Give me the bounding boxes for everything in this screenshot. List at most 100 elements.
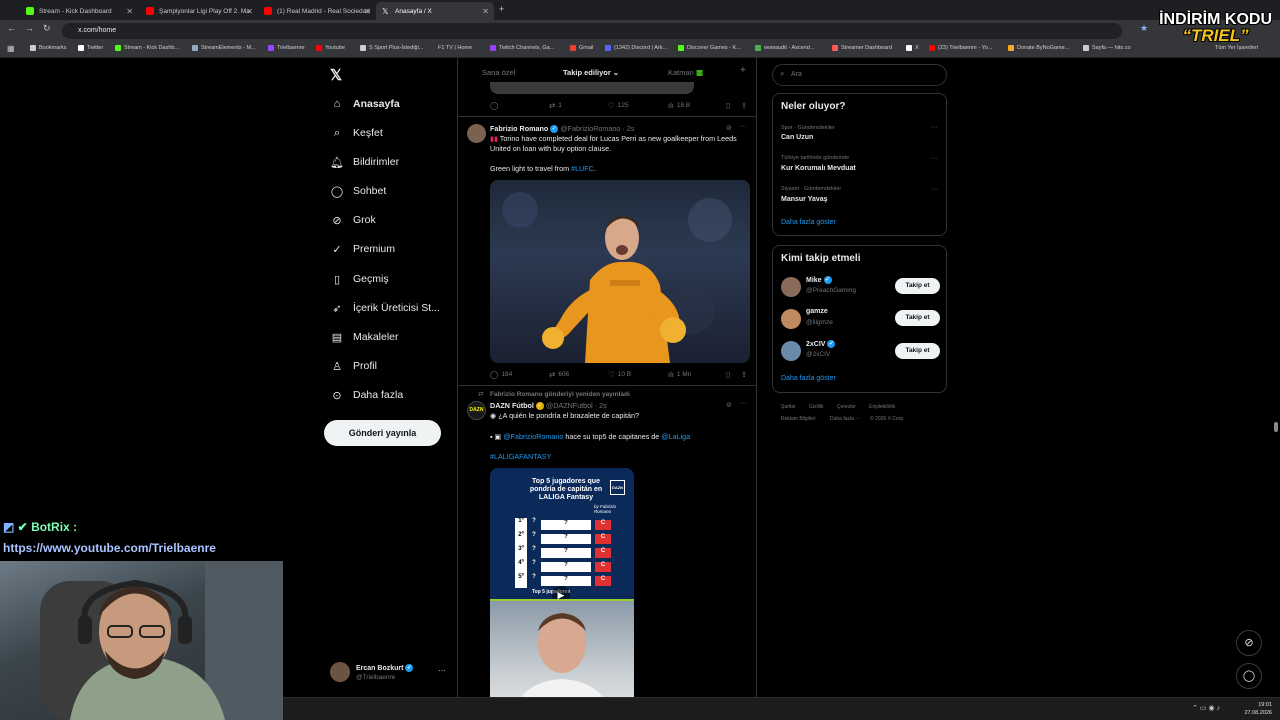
tab-following[interactable]: Takip ediliyor ⌄ xyxy=(563,68,619,77)
post-button[interactable]: Gönderi yayınla xyxy=(324,420,441,446)
bookmark-item[interactable]: X xyxy=(906,45,919,51)
suggestion-name[interactable]: Mike ✓ xyxy=(806,276,832,284)
nav-notifications[interactable]: 🔔︎ Bildirimler xyxy=(330,154,399,170)
nav-grok[interactable]: ⊘ Grok xyxy=(330,212,375,228)
footer-link[interactable]: Erişilebilirlik xyxy=(869,404,895,410)
close-icon[interactable]: ✕ xyxy=(246,7,253,16)
system-clock[interactable]: 19:01 27.08.2026 xyxy=(1244,701,1272,717)
bookmark-button[interactable]: ▯ xyxy=(726,101,733,110)
tab-for-you[interactable]: Sana özel xyxy=(482,68,515,77)
footer-link[interactable]: Gizlilik xyxy=(809,404,823,410)
more-options-icon[interactable]: ··· xyxy=(931,124,938,131)
show-more-trends[interactable]: Daha fazla göster xyxy=(781,219,836,226)
search-input[interactable]: ⌕ Ara xyxy=(772,64,947,86)
bookmark-item[interactable]: Stream - Kick Dashb... xyxy=(115,45,179,51)
bookmark-item[interactable]: F1 TV | Home xyxy=(438,45,472,51)
bookmark-item[interactable]: StreamElements - M... xyxy=(192,45,256,51)
previous-tweet-media[interactable] xyxy=(490,82,694,94)
bookmark-item[interactable]: Twitter xyxy=(78,45,103,51)
like-button[interactable]: ♡ 125 xyxy=(608,101,629,110)
tab-tier[interactable]: Katman ▩ xyxy=(668,68,703,77)
author-handle[interactable]: @FabrizioRomano xyxy=(560,124,620,133)
page-scrollbar[interactable] xyxy=(1274,422,1278,432)
follow-button[interactable]: Takip et xyxy=(895,310,940,326)
browser-tab[interactable]: Stream - Kick Dashboard ✕ xyxy=(20,2,138,20)
grok-icon[interactable]: ⊘ xyxy=(1236,630,1262,656)
apps-icon[interactable]: ▦ xyxy=(7,44,15,53)
bookmark-item[interactable]: Donate ByNoGame... xyxy=(1008,45,1069,51)
address-bar[interactable]: x.com/home xyxy=(62,23,1122,39)
close-icon[interactable]: ✕ xyxy=(126,7,133,16)
repost-context[interactable]: ⇄ Fabrizio Romano gönderiyi yeniden yayın… xyxy=(478,390,752,400)
bookmark-item[interactable]: Sayfa — hits.co xyxy=(1083,45,1131,51)
author-handle[interactable]: @DAZNFutbol xyxy=(546,401,593,410)
views-button[interactable]: ılı 18 B xyxy=(668,101,690,110)
more-options-icon[interactable]: ··· xyxy=(931,155,938,162)
avatar[interactable]: DAZN xyxy=(467,401,486,420)
bookmark-item[interactable]: Trielbaenre xyxy=(268,45,305,51)
bookmark-item[interactable]: (23) Trielbaenre - Yo... xyxy=(929,45,992,51)
tweet-time[interactable]: 2s xyxy=(599,401,607,410)
bookmark-item[interactable]: Discover Games - K... xyxy=(678,45,741,51)
bookmark-item[interactable]: Bookmarks xyxy=(30,45,67,51)
grok-icon[interactable]: ⊘ xyxy=(726,401,732,409)
more-options-icon[interactable]: ··· xyxy=(740,123,747,130)
all-bookmarks[interactable]: Tüm Yer İşaretleri xyxy=(1215,45,1258,51)
suggestion-name[interactable]: 2xCIV ✓ xyxy=(806,340,836,348)
add-tab-icon[interactable]: + xyxy=(740,65,746,76)
hashtag-link[interactable]: #LUFC xyxy=(571,164,594,173)
browser-tab[interactable]: Şampiyonlar Ligi Play Off 2. Ma ✕ xyxy=(140,2,258,20)
bookmark-item[interactable]: Gmail xyxy=(570,45,593,51)
bookmark-item[interactable]: (1342) Discord | Ark... xyxy=(605,45,667,51)
suggestion-name[interactable]: gamze xyxy=(806,308,828,315)
more-options-icon[interactable]: ··· xyxy=(740,400,747,407)
browser-tab-active[interactable]: 𝕏 Anasayfa / X ✕ xyxy=(376,2,494,20)
trend-item[interactable]: Can Uzun xyxy=(781,134,813,141)
back-icon[interactable]: ← xyxy=(7,23,16,33)
repost-button[interactable]: ⇄ 606 xyxy=(549,370,569,379)
reply-button[interactable]: ◯ 184 xyxy=(490,370,512,379)
like-button[interactable]: ♡ 10 B xyxy=(608,370,631,379)
follow-button[interactable]: Takip et xyxy=(895,343,940,359)
forward-icon[interactable]: → xyxy=(25,23,34,33)
reply-button[interactable]: ◯ xyxy=(490,101,501,110)
avatar[interactable] xyxy=(781,277,801,297)
nav-explore[interactable]: ⌕ Keşfet xyxy=(330,125,383,141)
author-name[interactable]: Fabrizio Romano xyxy=(490,124,548,133)
trend-item[interactable]: Mansur Yavaş xyxy=(781,196,828,203)
avatar[interactable] xyxy=(781,309,801,329)
show-more-suggestions[interactable]: Daha fazla göster xyxy=(781,375,836,382)
x-logo-icon[interactable]: 𝕏 xyxy=(330,66,342,84)
bookmark-item[interactable]: Youtube xyxy=(316,45,345,51)
avatar[interactable] xyxy=(467,124,486,143)
avatar[interactable] xyxy=(781,341,801,361)
close-icon[interactable]: ✕ xyxy=(364,7,371,16)
new-tab-icon[interactable]: + xyxy=(499,4,504,14)
nav-profile[interactable]: ♙ Profil xyxy=(330,358,377,374)
more-options-icon[interactable]: ··· xyxy=(931,186,938,193)
nav-more[interactable]: ⊙ Daha fazla xyxy=(330,387,403,403)
share-button[interactable]: ⇪ xyxy=(741,370,750,379)
tweet-photo[interactable] xyxy=(490,180,750,363)
grok-icon[interactable]: ⊘ xyxy=(726,124,732,132)
footer-link[interactable]: Reklam Bilgileri xyxy=(781,416,815,422)
nav-articles[interactable]: ▤ Makaleler xyxy=(330,329,399,345)
mention-link[interactable]: @FabrizioRomano xyxy=(503,432,563,441)
nav-bookmarks[interactable]: ▯ Geçmiş xyxy=(330,271,389,287)
bookmark-item[interactable]: Streamer Dashboard xyxy=(832,45,892,51)
browser-tab[interactable]: (1) Real Madrid - Real Sociedad ✕ xyxy=(258,2,376,20)
views-button[interactable]: ılı 1 Mn xyxy=(668,370,691,379)
mention-link[interactable]: @LaLiga xyxy=(661,432,690,441)
nav-premium[interactable]: ✓ Premium xyxy=(330,241,395,257)
share-button[interactable]: ⇪ xyxy=(741,101,750,110)
nav-chat[interactable]: ◯ Sohbet xyxy=(330,183,386,199)
repost-button[interactable]: ⇄ 1 xyxy=(549,101,562,110)
nav-creator-studio[interactable]: ➶ İçerik Üreticisi St... xyxy=(330,300,440,316)
bookmark-item[interactable]: S Sport Plus-İstediği... xyxy=(360,45,423,51)
footer-link[interactable]: Şartlar xyxy=(781,404,796,410)
account-switcher[interactable]: Ercan Bozkurt ✓ @Trielbaenre ··· xyxy=(330,662,450,686)
tweet-time[interactable]: 2s xyxy=(627,124,635,133)
close-icon[interactable]: ✕ xyxy=(482,7,489,16)
bookmark-button[interactable]: ▯ xyxy=(726,370,733,379)
nav-home[interactable]: ⌂ Anasayfa xyxy=(330,96,400,112)
